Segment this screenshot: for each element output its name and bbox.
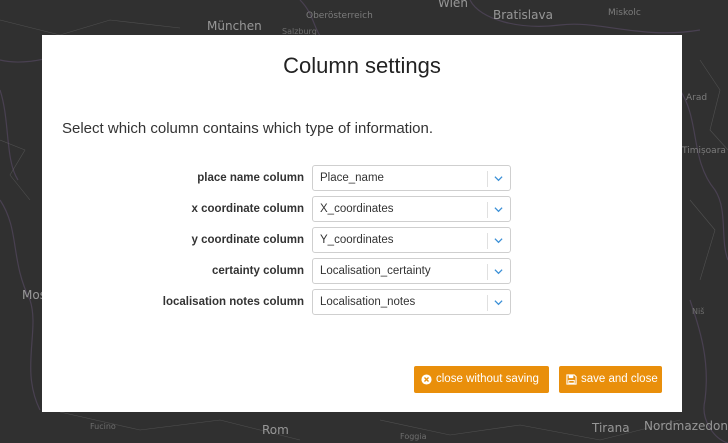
localisation-notes-select[interactable]: Localisation_notes xyxy=(312,289,511,315)
certainty-row: certainty column Localisation_certainty xyxy=(42,258,682,284)
certainty-select[interactable]: Localisation_certainty xyxy=(312,258,511,284)
chevron-down-icon[interactable] xyxy=(494,205,503,214)
place-name-label: place name column xyxy=(197,172,304,184)
localisation-notes-row: localisation notes column Localisation_n… xyxy=(42,289,682,315)
select-divider xyxy=(487,264,488,280)
localisation-notes-value: Localisation_notes xyxy=(320,296,416,308)
floppy-disk-icon xyxy=(566,374,577,385)
x-coordinate-label: x coordinate column xyxy=(191,203,304,215)
close-without-saving-label: close without saving xyxy=(436,373,539,385)
dialog-title: Column settings xyxy=(283,53,441,78)
place-name-value: Place_name xyxy=(320,172,384,184)
save-and-close-button[interactable]: save and close xyxy=(559,366,662,393)
select-divider xyxy=(487,202,488,218)
save-and-close-label: save and close xyxy=(581,373,658,385)
select-divider xyxy=(487,171,488,187)
chevron-down-icon[interactable] xyxy=(494,267,503,276)
chevron-down-icon[interactable] xyxy=(494,174,503,183)
chevron-down-icon[interactable] xyxy=(494,298,503,307)
place-name-row: place name column Place_name xyxy=(42,165,682,191)
close-without-saving-button[interactable]: close without saving xyxy=(414,366,549,393)
certainty-label: certainty column xyxy=(211,265,304,277)
place-name-select[interactable]: Place_name xyxy=(312,165,511,191)
certainty-value: Localisation_certainty xyxy=(320,265,431,277)
chevron-down-icon[interactable] xyxy=(494,236,503,245)
x-coordinate-value: X_coordinates xyxy=(320,203,394,215)
times-circle-icon xyxy=(421,374,432,385)
y-coordinate-label: y coordinate column xyxy=(191,234,304,246)
select-divider xyxy=(487,295,488,311)
x-coordinate-select[interactable]: X_coordinates xyxy=(312,196,511,222)
y-coordinate-row: y coordinate column Y_coordinates xyxy=(42,227,682,253)
y-coordinate-value: Y_coordinates xyxy=(320,234,394,246)
y-coordinate-select[interactable]: Y_coordinates xyxy=(312,227,511,253)
column-settings-dialog: Column settings Select which column cont… xyxy=(42,35,682,412)
dialog-intro-text: Select which column contains which type … xyxy=(62,120,434,137)
localisation-notes-label: localisation notes column xyxy=(162,296,304,308)
x-coordinate-row: x coordinate column X_coordinates xyxy=(42,196,682,222)
select-divider xyxy=(487,233,488,249)
